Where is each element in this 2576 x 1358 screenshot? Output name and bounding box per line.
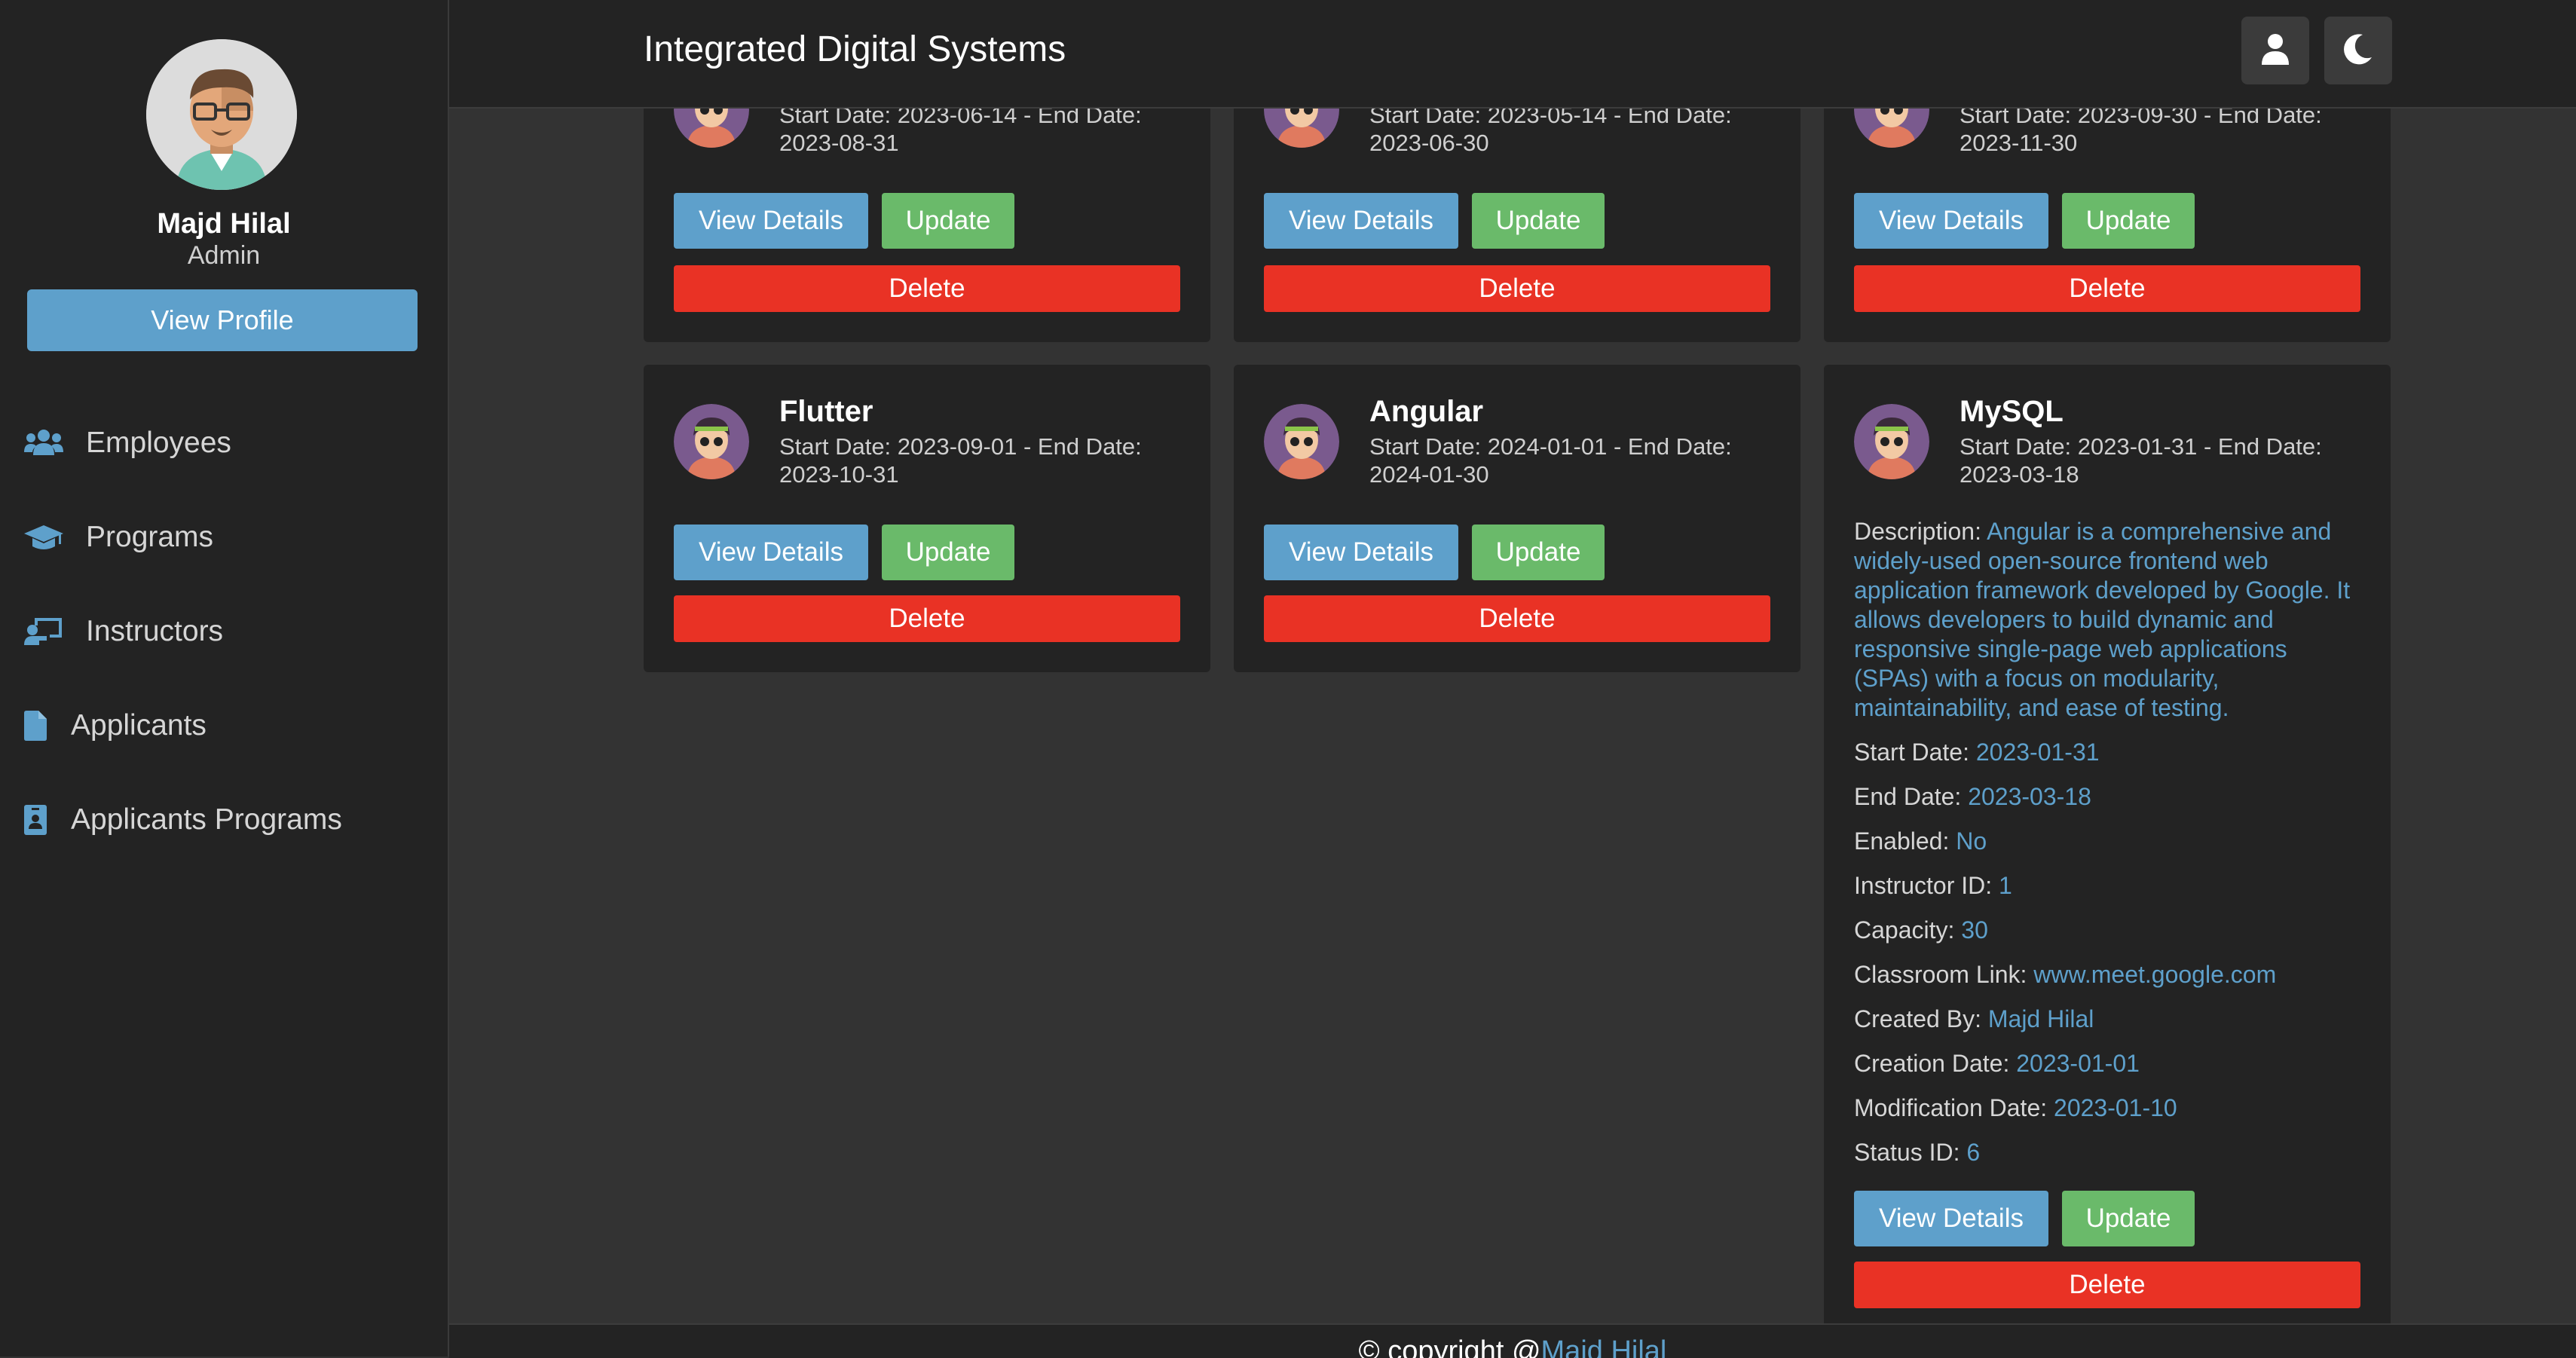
graduation-cap-icon bbox=[24, 519, 66, 555]
program-avatar bbox=[1854, 404, 1929, 479]
detail-classroom-link: Classroom Link: www.meet.google.com bbox=[1854, 961, 2277, 988]
top-header: Integrated Digital Systems bbox=[449, 0, 2576, 109]
detail-enabled: Enabled: No bbox=[1854, 827, 1987, 855]
delete-button[interactable]: Delete bbox=[1264, 265, 1770, 312]
program-title: Angular bbox=[1369, 395, 1484, 428]
file-icon bbox=[24, 708, 51, 744]
program-card-flutter: Flutter Start Date: 2023-09-01 - End Dat… bbox=[644, 365, 1210, 672]
sidebar-item-applicants[interactable]: Applicants bbox=[24, 703, 207, 748]
program-title: MySQL bbox=[1960, 395, 2064, 428]
view-details-button[interactable]: View Details bbox=[1264, 193, 1458, 249]
update-button[interactable]: Update bbox=[2062, 1191, 2195, 1246]
view-details-button[interactable]: View Details bbox=[1854, 1191, 2048, 1246]
detail-status-id: Status ID: 6 bbox=[1854, 1139, 1981, 1166]
sidebar-item-label: Applicants Programs bbox=[71, 803, 342, 836]
footer-author-link[interactable]: Majd Hilal bbox=[1541, 1335, 1667, 1358]
view-details-button[interactable]: View Details bbox=[674, 525, 868, 580]
admin-avatar bbox=[146, 39, 297, 190]
update-button[interactable]: Update bbox=[882, 525, 1014, 580]
update-button[interactable]: Update bbox=[2062, 193, 2195, 249]
delete-button[interactable]: Delete bbox=[674, 595, 1180, 642]
id-badge-icon bbox=[24, 802, 51, 838]
detail-start-date: Start Date: 2023-01-31 bbox=[1854, 739, 2100, 766]
delete-button[interactable]: Delete bbox=[1854, 1262, 2360, 1308]
sidebar-item-employees[interactable]: Employees bbox=[24, 421, 231, 466]
delete-button[interactable]: Delete bbox=[674, 265, 1180, 312]
chalkboard-teacher-icon bbox=[24, 613, 66, 650]
program-title: Flutter bbox=[779, 395, 873, 428]
delete-button[interactable]: Delete bbox=[1264, 595, 1770, 642]
sidebar-item-applicants-programs[interactable]: Applicants Programs bbox=[24, 797, 342, 843]
view-profile-button[interactable]: View Profile bbox=[27, 289, 418, 351]
user-role: Admin bbox=[187, 241, 261, 270]
delete-button[interactable]: Delete bbox=[1854, 265, 2360, 312]
app-title: Integrated Digital Systems bbox=[644, 29, 1066, 69]
sidebar-item-label: Employees bbox=[86, 427, 231, 459]
program-card-angular: Angular Start Date: 2024-01-01 - End Dat… bbox=[1234, 365, 1800, 672]
program-card-mysql: MySQL Start Date: 2023-01-31 - End Date:… bbox=[1824, 365, 2391, 1329]
theme-toggle-button[interactable] bbox=[2324, 17, 2392, 84]
moon-icon bbox=[2343, 33, 2373, 69]
program-dates: Start Date: 2023-09-30 - End Date: 2023-1… bbox=[1960, 102, 2322, 156]
program-dates: Start Date: 2024-01-01 - End Date: 2024-0… bbox=[1369, 433, 1732, 488]
update-button[interactable]: Update bbox=[882, 193, 1014, 249]
update-button[interactable]: Update bbox=[1472, 193, 1605, 249]
detail-capacity: Capacity: 30 bbox=[1854, 916, 1988, 944]
program-avatar bbox=[1264, 404, 1339, 479]
sidebar-item-label: Instructors bbox=[86, 615, 224, 647]
sidebar-item-instructors[interactable]: Instructors bbox=[24, 609, 223, 654]
program-avatar bbox=[674, 404, 749, 479]
view-details-button[interactable]: View Details bbox=[674, 193, 868, 249]
detail-end-date: End Date: 2023-03-18 bbox=[1854, 783, 2091, 810]
view-details-button[interactable]: View Details bbox=[1264, 525, 1458, 580]
detail-instructor-id: Instructor ID: 1 bbox=[1854, 872, 2012, 899]
sidebar-item-label: Programs bbox=[86, 521, 214, 553]
users-icon bbox=[24, 425, 66, 461]
copyright-text: © copyright @ bbox=[1358, 1335, 1541, 1358]
program-dates: Start Date: 2023-09-01 - End Date: 2023-1… bbox=[779, 433, 1142, 488]
user-icon bbox=[2260, 33, 2290, 69]
user-name: Majd Hilal bbox=[157, 208, 291, 240]
program-dates: Start Date: 2023-01-31 - End Date: 2023-0… bbox=[1960, 433, 2322, 488]
classroom-link[interactable]: www.meet.google.com bbox=[2033, 961, 2276, 988]
footer: © copyright @Majd Hilal bbox=[449, 1323, 2576, 1358]
sidebar-item-label: Applicants bbox=[71, 709, 207, 742]
detail-creation-date: Creation Date: 2023-01-01 bbox=[1854, 1050, 2140, 1077]
update-button[interactable]: Update bbox=[1472, 525, 1605, 580]
detail-modification-date: Modification Date: 2023-01-10 bbox=[1854, 1094, 2177, 1121]
program-description: Description: Angular is a comprehensive … bbox=[1854, 518, 2351, 721]
sidebar-item-programs[interactable]: Programs bbox=[24, 515, 213, 560]
program-dates: Start Date: 2023-06-14 - End Date: 2023-0… bbox=[779, 102, 1142, 156]
sidebar: Majd Hilal Admin View Profile Employees … bbox=[0, 0, 449, 1356]
profile-button[interactable] bbox=[2241, 17, 2309, 84]
view-details-button[interactable]: View Details bbox=[1854, 193, 2048, 249]
detail-created-by: Created By: Majd Hilal bbox=[1854, 1005, 2094, 1032]
program-dates: Start Date: 2023-05-14 - End Date: 2023-0… bbox=[1369, 102, 1732, 156]
